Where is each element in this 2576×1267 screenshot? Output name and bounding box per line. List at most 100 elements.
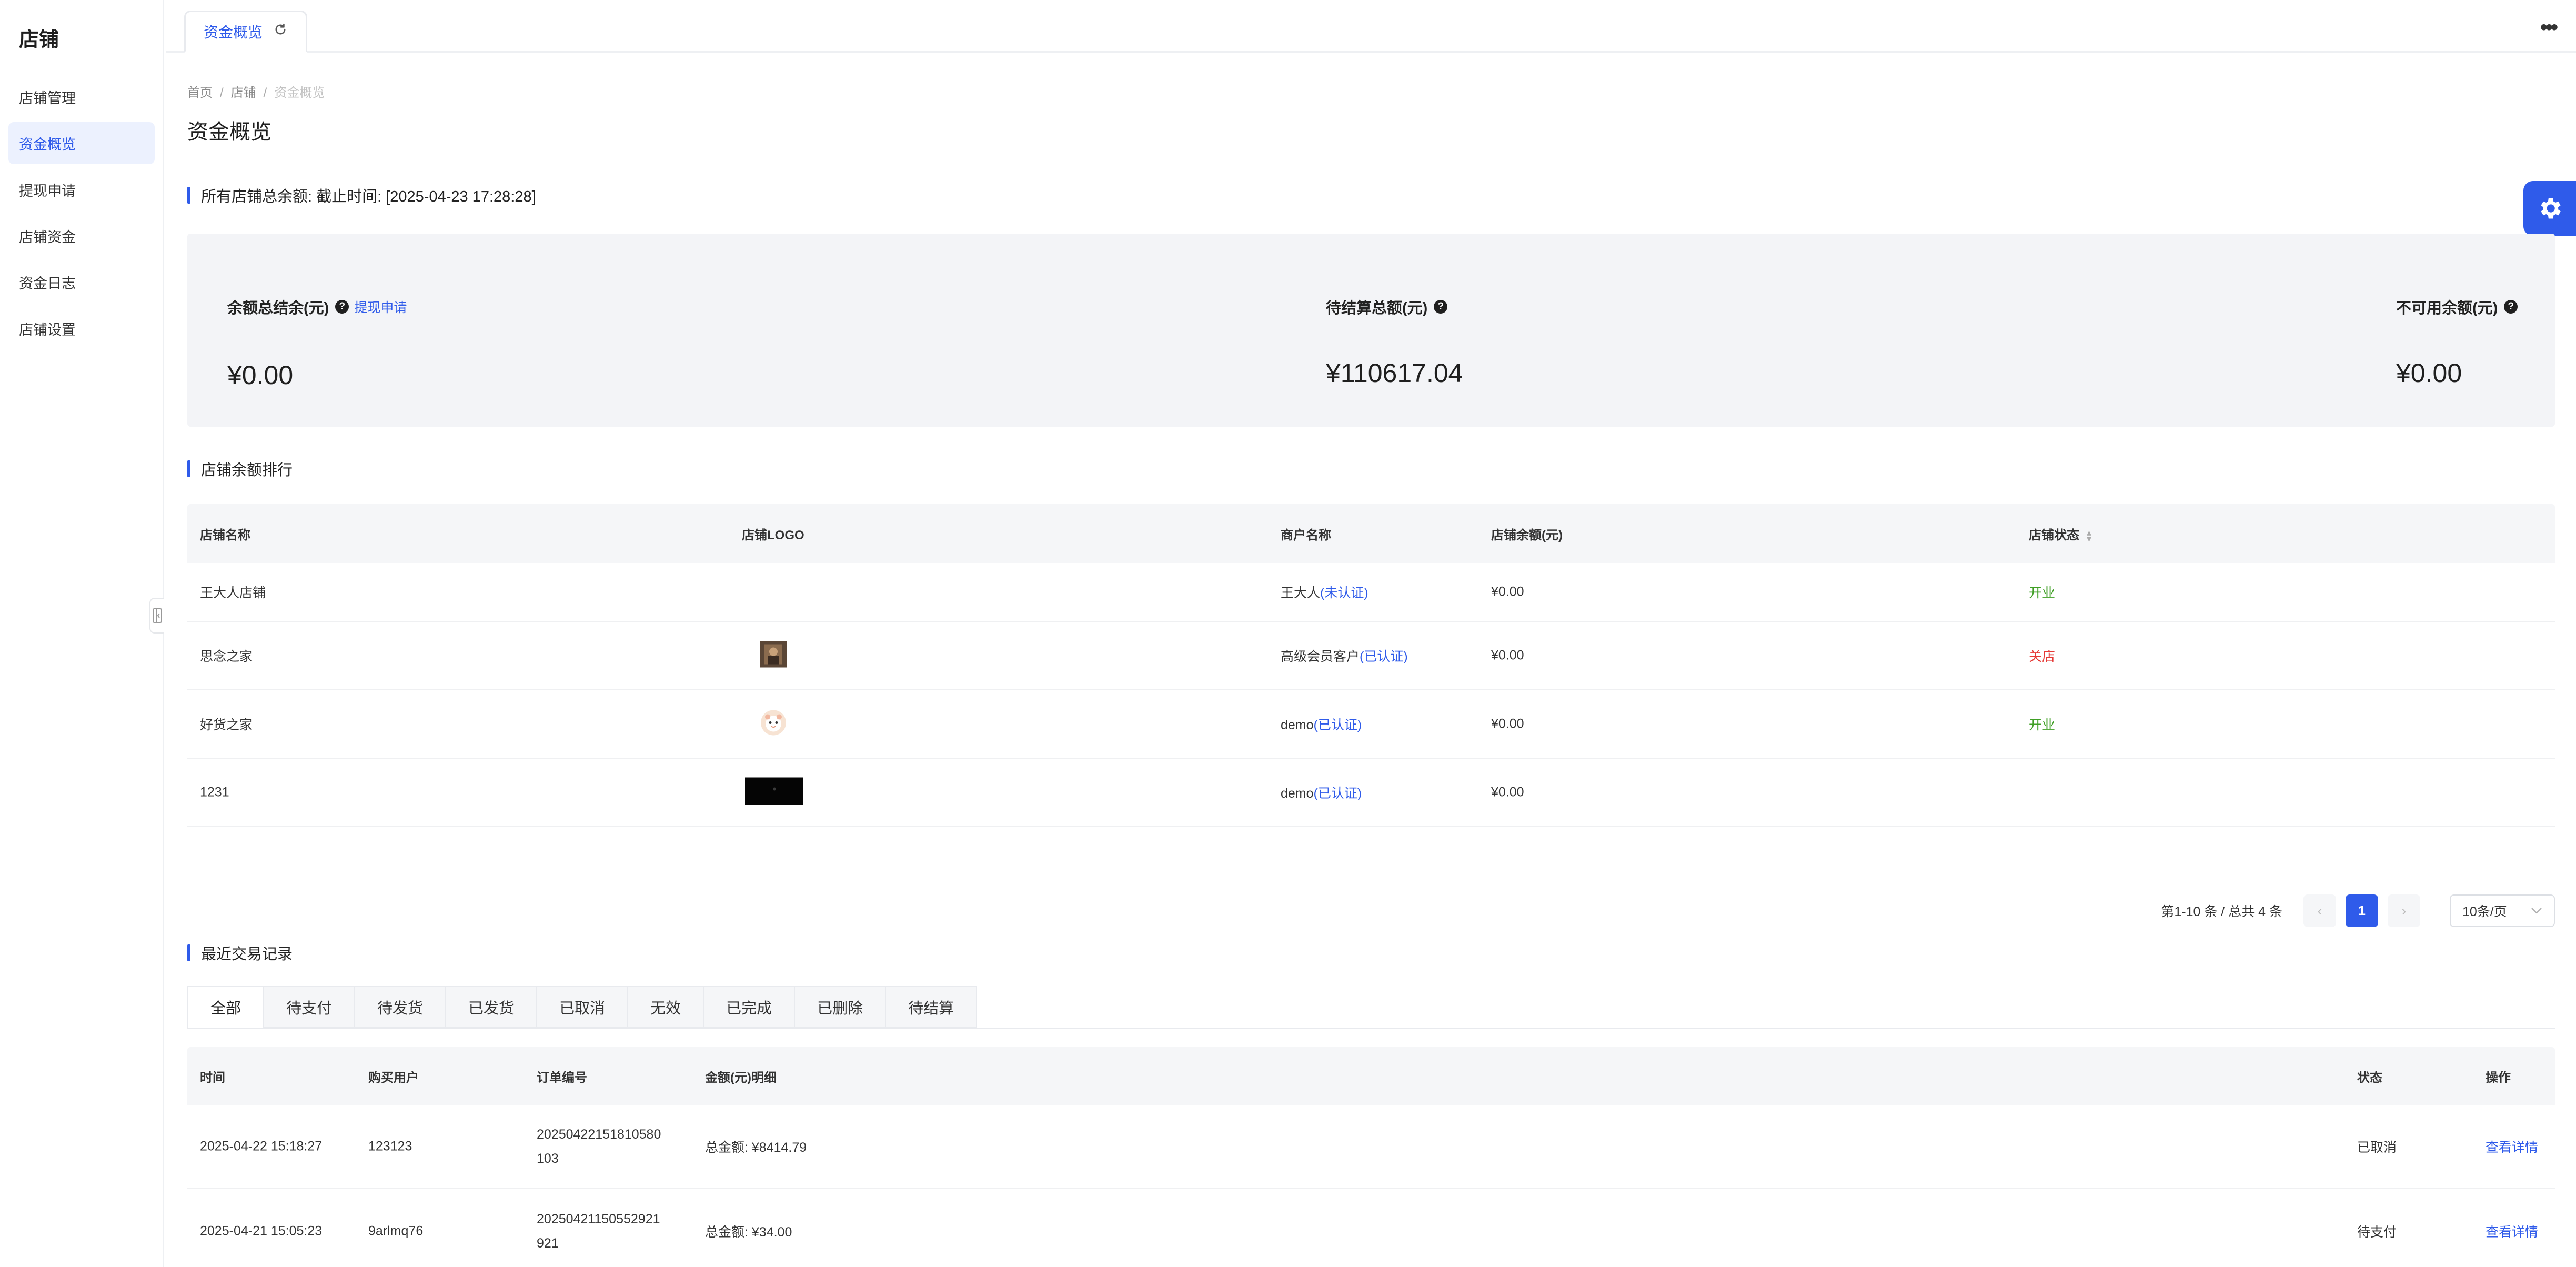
column-header: 操作 [2486, 1070, 2511, 1085]
column-header: 店铺LOGO [742, 528, 804, 542]
help-icon[interactable]: ? [1434, 300, 1448, 314]
verify-status[interactable]: (已认证) [1360, 649, 1408, 664]
order-number-line: 103 [537, 1151, 559, 1166]
sidebar-item-fund-log[interactable]: 资金日志 [8, 261, 155, 303]
breadcrumb-separator: / [263, 86, 267, 100]
store-name: 思念之家 [200, 649, 253, 664]
help-icon[interactable]: ? [335, 300, 349, 314]
sidebar-item-store-management[interactable]: 店铺管理 [8, 76, 155, 118]
buyer-user: 9arlmq76 [368, 1223, 424, 1239]
breadcrumb-home[interactable]: 首页 [187, 86, 213, 100]
sidebar-item-label: 提现申请 [19, 183, 76, 199]
order-status-tabs: 全部 待支付 待发货 已发货 已取消 无效 已完成 已删除 待结算 [187, 986, 978, 1028]
table-row: 思念之家 高级会员客户(已认证) ¥0.00 关店 [187, 622, 2555, 690]
order-status: 已取消 [2357, 1140, 2397, 1155]
order-number: 20250422151810580 103 [537, 1122, 661, 1171]
balance-summary-panel: 余额总结余(元) ? 提现申请 ¥0.00 待结算总额(元) ? ¥110617… [187, 234, 2555, 427]
store-balance: ¥0.00 [1491, 716, 1524, 731]
tab-shipped[interactable]: 已发货 [445, 986, 538, 1028]
tab-fund-overview[interactable]: 资金概览 [184, 11, 308, 53]
sort-icon[interactable]: ▴ ▾ [2087, 528, 2091, 544]
total-balance-label: 余额总结余(元) ? 提现申请 [227, 296, 407, 318]
table-row: 好货之家 demo(已认证) ¥0.00 开业 [187, 690, 2555, 759]
tab-completed[interactable]: 已完成 [703, 986, 796, 1028]
page-size-value: 10条/页 [2462, 904, 2507, 919]
collapse-icon [153, 608, 162, 623]
sidebar: 店铺 店铺管理 资金概览 提现申请 店铺资金 资金日志 店铺设置 [0, 0, 164, 1267]
column-header-sortable[interactable]: 店铺状态 ▴ ▾ [2029, 525, 2091, 544]
table-row: 1231 demo(已认证) ¥0.00 [187, 759, 2555, 827]
refresh-icon[interactable] [273, 22, 288, 41]
sidebar-item-label: 资金日志 [19, 275, 76, 291]
more-icon[interactable]: ••• [2540, 16, 2558, 39]
store-logo-banner [745, 777, 803, 808]
tab-cancelled[interactable]: 已取消 [536, 986, 629, 1028]
sidebar-item-store-settings[interactable]: 店铺设置 [8, 307, 155, 349]
store-ranking-table: 店铺名称 店铺LOGO 商户名称 店铺余额(元) 店铺状态 ▴ ▾ 王大人店铺 王大… [187, 504, 2555, 827]
verify-status[interactable]: (已认证) [1314, 786, 1362, 801]
page-title: 资金概览 [187, 120, 271, 144]
verify-status[interactable]: (已认证) [1314, 718, 1362, 732]
unavailable-balance-label-text: 不可用余额(元) [2396, 300, 2498, 317]
view-details-link[interactable]: 查看详情 [2486, 1222, 2538, 1241]
store-balance: ¥0.00 [1491, 785, 1524, 800]
tab-all[interactable]: 全部 [187, 986, 265, 1028]
sidebar-collapse-handle[interactable] [149, 598, 164, 634]
page-number-button[interactable]: 1 [2346, 894, 2378, 927]
tab-label: 资金概览 [204, 24, 263, 41]
order-number: 20250421150552921 921 [537, 1207, 660, 1255]
column-header: 购买用户 [368, 1070, 419, 1085]
recent-orders-table: 时间 购买用户 订单编号 金额(元)明细 状态 操作 2025-04-22 15… [187, 1047, 2555, 1267]
recent-orders-section-title: 最近交易记录 [187, 942, 293, 964]
total-balance-value: ¥0.00 [227, 360, 294, 390]
order-number-line: 921 [537, 1236, 559, 1251]
breadcrumb-current: 资金概览 [274, 86, 325, 100]
tab-pending-settlement[interactable]: 待结算 [885, 986, 978, 1028]
pending-settlement-value: ¥110617.04 [1326, 358, 1463, 388]
merchant-name: demo(已认证) [1281, 715, 1362, 733]
store-name: 好货之家 [200, 718, 253, 732]
next-page-button[interactable]: › [2388, 894, 2420, 927]
order-time: 2025-04-21 15:05:23 [200, 1223, 323, 1239]
merchant-name-text: demo [1281, 718, 1314, 732]
tab-pending-payment[interactable]: 待支付 [263, 986, 356, 1028]
page-size-select[interactable]: 10条/页 [2450, 894, 2555, 927]
column-header-label: 店铺状态 [2029, 528, 2079, 542]
store-ranking-section-title: 店铺余额排行 [187, 458, 293, 480]
buyer-user: 123123 [368, 1139, 412, 1154]
unavailable-balance-label: 不可用余额(元) ? [2396, 296, 2518, 318]
sidebar-item-label: 店铺设置 [19, 321, 76, 338]
breadcrumb: 首页 / 店铺 / 资金概览 [187, 82, 325, 100]
pagination: 第1-10 条 / 总共 4 条 ‹ 1 › 10条/页 [2161, 894, 2555, 927]
sidebar-item-withdrawal[interactable]: 提现申请 [8, 168, 155, 210]
store-name: 1231 [200, 785, 229, 800]
gear-icon [2541, 198, 2561, 219]
sidebar-brand: 店铺 [19, 29, 59, 51]
summary-section-title: 所有店铺总余额: 截止时间: [2025-04-23 17:28:28] [187, 184, 536, 206]
verify-status[interactable]: (未认证) [1320, 586, 1368, 600]
pending-settlement-label: 待结算总额(元) ? [1326, 296, 1448, 318]
withdraw-link[interactable]: 提现申请 [354, 297, 407, 316]
merchant-name: 王大人(未认证) [1281, 582, 1368, 601]
column-header: 金额(元)明细 [705, 1070, 777, 1085]
order-status: 待支付 [2357, 1225, 2397, 1240]
sidebar-item-store-funds[interactable]: 店铺资金 [8, 215, 155, 257]
tab-deleted[interactable]: 已删除 [794, 986, 887, 1028]
unavailable-balance-value: ¥0.00 [2396, 358, 2462, 388]
tab-pending-shipment[interactable]: 待发货 [354, 986, 447, 1028]
tab-invalid[interactable]: 无效 [627, 986, 705, 1028]
store-status: 关店 [2029, 649, 2056, 664]
sidebar-item-label: 店铺管理 [19, 90, 76, 106]
column-header: 订单编号 [537, 1070, 587, 1085]
table-row: 2025-04-22 15:18:27 123123 2025042215181… [187, 1105, 2555, 1189]
help-icon[interactable]: ? [2504, 300, 2518, 314]
prev-page-button[interactable]: ‹ [2303, 894, 2336, 927]
column-header: 状态 [2357, 1070, 2382, 1085]
view-details-link[interactable]: 查看详情 [2486, 1137, 2538, 1156]
store-name: 王大人店铺 [200, 586, 266, 600]
breadcrumb-store[interactable]: 店铺 [231, 86, 256, 100]
settings-button[interactable] [2523, 181, 2576, 236]
table-header: 时间 购买用户 订单编号 金额(元)明细 状态 操作 [187, 1047, 2555, 1105]
merchant-name-text: demo [1281, 786, 1314, 801]
sidebar-item-fund-overview[interactable]: 资金概览 [8, 122, 155, 164]
